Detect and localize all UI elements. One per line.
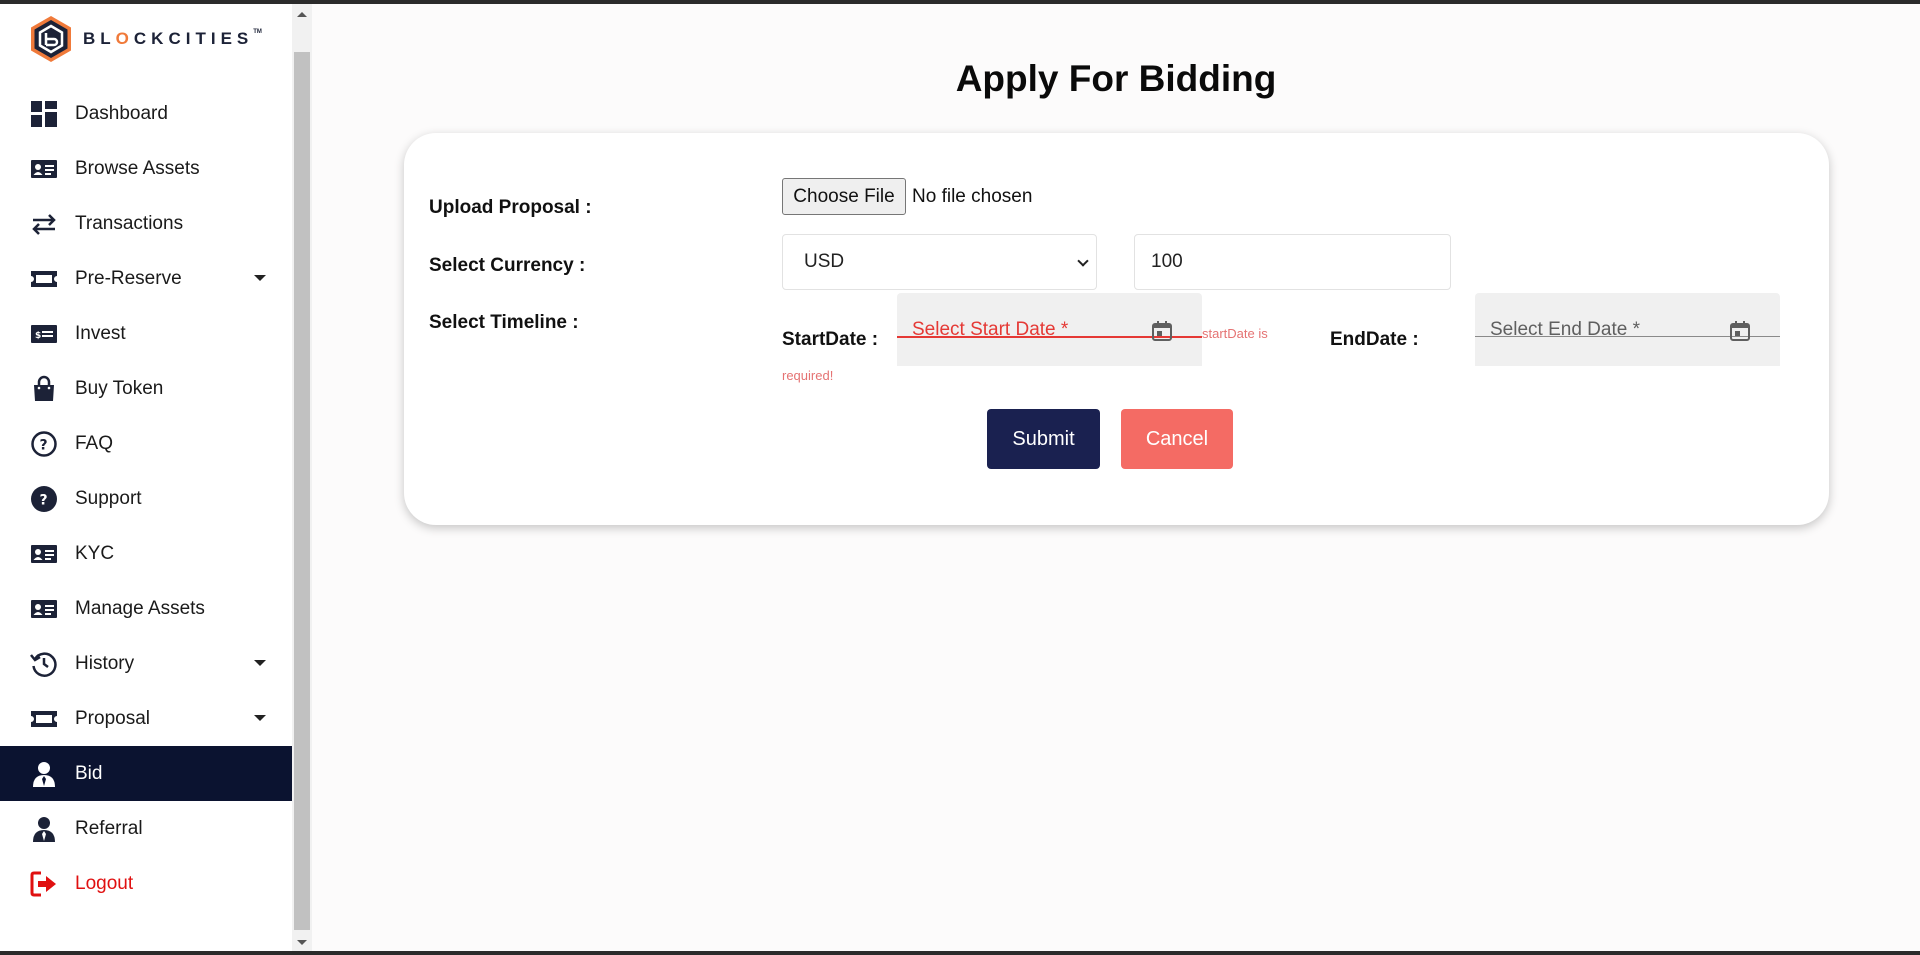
sidebar-item-support[interactable]: ? Support xyxy=(0,471,292,526)
history-icon xyxy=(30,650,58,678)
end-date-field[interactable]: Select End Date * xyxy=(1475,293,1780,366)
sidebar-item-manage-assets[interactable]: Manage Assets xyxy=(0,581,292,636)
question-circle-icon: ? xyxy=(30,485,58,513)
logout-icon xyxy=(30,870,58,898)
logo[interactable]: BLOCKCITIESTM xyxy=(29,15,262,63)
submit-button[interactable]: Submit xyxy=(987,409,1100,469)
currency-select[interactable]: USD xyxy=(782,234,1097,290)
upload-proposal-label: Upload Proposal : xyxy=(429,197,592,218)
svg-text:?: ? xyxy=(40,492,48,508)
select-currency-label: Select Currency : xyxy=(429,255,586,276)
dashboard-icon xyxy=(30,100,58,128)
sidebar-item-faq[interactable]: ? FAQ xyxy=(0,416,292,471)
chevron-down-icon[interactable] xyxy=(254,660,266,666)
choose-file-button[interactable]: Choose File xyxy=(782,178,906,215)
sidebar-item-label: KYC xyxy=(75,542,115,564)
currency-selected-value: USD xyxy=(804,251,845,272)
swap-arrows-icon xyxy=(30,210,58,238)
sidebar-item-referral[interactable]: Referral xyxy=(0,801,292,856)
sidebar-item-buy-token[interactable]: Buy Token xyxy=(0,361,292,416)
start-date-label: StartDate : xyxy=(782,329,879,350)
end-date-label: EndDate : xyxy=(1330,329,1419,350)
sidebar-item-proposal[interactable]: Proposal xyxy=(0,691,292,746)
sidebar-scrollbar[interactable] xyxy=(292,4,312,951)
bidding-form-card: Upload Proposal : Choose File No file ch… xyxy=(404,133,1829,525)
shopping-bag-icon xyxy=(30,375,58,403)
sidebar-item-invest[interactable]: $ Invest xyxy=(0,306,292,361)
logo-wordmark: BLOCKCITIESTM xyxy=(83,29,262,48)
id-card-icon xyxy=(30,155,58,183)
sidebar-item-label: Support xyxy=(75,487,142,509)
select-timeline-label: Select Timeline : xyxy=(429,312,579,333)
calendar-icon[interactable] xyxy=(1728,319,1752,343)
chevron-down-icon[interactable] xyxy=(254,275,266,281)
scroll-down-arrow-icon[interactable] xyxy=(297,940,307,945)
sidebar-item-label: History xyxy=(75,652,135,674)
sidebar-item-label: Transactions xyxy=(75,212,184,234)
sidebar-item-label: Bid xyxy=(75,762,103,784)
page-title: Apply For Bidding xyxy=(955,58,1277,99)
sidebar-item-kyc[interactable]: KYC xyxy=(0,526,292,581)
sidebar-item-label: Pre-Reserve xyxy=(75,267,182,289)
sidebar-item-dashboard[interactable]: Dashboard xyxy=(0,86,292,141)
sidebar-item-label: Referral xyxy=(75,817,143,839)
ticket-icon xyxy=(30,705,58,733)
cancel-button[interactable]: Cancel xyxy=(1121,409,1233,469)
bottom-border xyxy=(0,951,1920,955)
start-date-field[interactable]: Select Start Date * xyxy=(897,293,1202,366)
sidebar-item-bid[interactable]: Bid xyxy=(0,746,292,801)
blockcities-logo-icon xyxy=(31,16,71,62)
file-status-text: No file chosen xyxy=(912,186,1033,207)
svg-text:$: $ xyxy=(35,331,41,341)
sidebar-item-label: Dashboard xyxy=(75,102,168,124)
start-date-error-text: startDate is xyxy=(1202,326,1268,341)
question-circle-outline-icon: ? xyxy=(30,430,58,458)
sidebar: BLOCKCITIESTM Dashboard Browse Assets Tr… xyxy=(0,4,292,951)
id-card-icon xyxy=(30,540,58,568)
user-tie-icon xyxy=(30,760,58,788)
sidebar-item-pre-reserve[interactable]: Pre-Reserve xyxy=(0,251,292,306)
sidebar-item-label: Manage Assets xyxy=(75,597,205,619)
chevron-down-icon[interactable] xyxy=(254,715,266,721)
ticket-icon xyxy=(30,265,58,293)
sidebar-item-logout[interactable]: Logout xyxy=(0,856,292,911)
sidebar-item-label: Browse Assets xyxy=(75,157,200,179)
sidebar-item-label: Invest xyxy=(75,322,126,344)
svg-text:?: ? xyxy=(40,437,48,453)
scroll-up-arrow-icon[interactable] xyxy=(297,12,307,17)
sidebar-item-browse-assets[interactable]: Browse Assets xyxy=(0,141,292,196)
sidebar-item-label: FAQ xyxy=(75,432,114,454)
user-tie-icon xyxy=(30,815,58,843)
sidebar-item-transactions[interactable]: Transactions xyxy=(0,196,292,251)
money-icon: $ xyxy=(30,320,58,348)
chevron-down-icon xyxy=(1077,255,1089,267)
start-date-error-text-continued: required! xyxy=(782,368,834,383)
sidebar-item-label: Proposal xyxy=(75,707,150,729)
sidebar-item-history[interactable]: History xyxy=(0,636,292,691)
sidebar-item-label: Logout xyxy=(75,872,134,894)
sidebar-nav: Dashboard Browse Assets Transactions Pre… xyxy=(0,86,292,911)
id-card-icon xyxy=(30,595,58,623)
scrollbar-thumb[interactable] xyxy=(294,52,310,930)
calendar-icon[interactable] xyxy=(1150,319,1174,343)
sidebar-item-label: Buy Token xyxy=(75,377,164,399)
amount-input[interactable] xyxy=(1134,234,1451,290)
end-date-placeholder: Select End Date * xyxy=(1490,319,1640,340)
